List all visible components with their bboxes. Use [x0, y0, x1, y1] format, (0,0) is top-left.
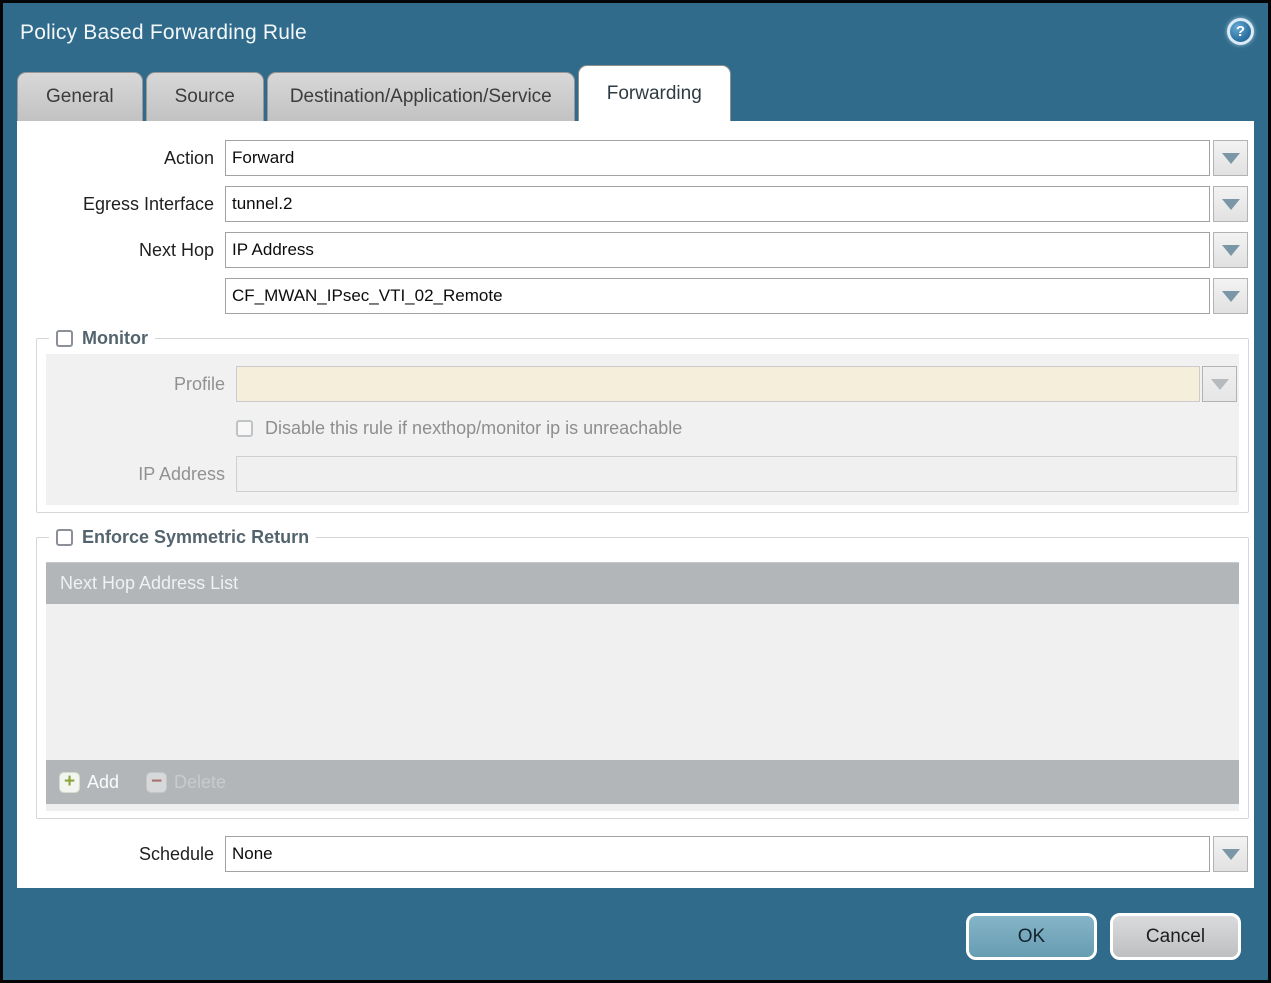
tab-source-label: Source [175, 86, 235, 108]
action-select[interactable]: Forward [225, 140, 1210, 176]
ok-button[interactable]: OK [966, 913, 1097, 960]
table-footer: Add Delete [46, 760, 1239, 804]
monitor-fieldset: Monitor Profile Disable this rule if nex… [36, 328, 1249, 513]
next-hop-label: Next Hop [17, 240, 225, 261]
next-hop-dropdown-button[interactable] [1213, 232, 1248, 268]
tab-destination-label: Destination/Application/Service [290, 86, 552, 108]
tab-source[interactable]: Source [146, 72, 264, 121]
tab-general-label: General [46, 86, 114, 108]
table-header: Next Hop Address List [46, 562, 1239, 604]
symmetric-return-fieldset: Enforce Symmetric Return Next Hop Addres… [36, 527, 1249, 819]
monitor-ip-address-row: IP Address [46, 456, 1237, 492]
add-button[interactable]: Add [59, 772, 119, 793]
delete-button-label: Delete [174, 772, 226, 793]
schedule-select[interactable]: None [225, 836, 1210, 872]
schedule-label: Schedule [17, 844, 225, 865]
schedule-row: Schedule None [17, 836, 1254, 872]
next-hop-address-select[interactable]: CF_MWAN_IPsec_VTI_02_Remote [225, 278, 1210, 314]
symmetric-return-checkbox[interactable] [56, 529, 73, 546]
chevron-down-icon [1222, 199, 1240, 210]
profile-dropdown-button [1202, 366, 1237, 402]
help-glyph: ? [1236, 23, 1245, 40]
help-icon[interactable]: ? [1227, 18, 1254, 45]
egress-interface-label: Egress Interface [17, 194, 225, 215]
tab-general[interactable]: General [17, 72, 143, 121]
table-header-label: Next Hop Address List [60, 573, 238, 594]
chevron-down-icon [1222, 291, 1240, 302]
monitor-checkbox[interactable] [56, 330, 73, 347]
symmetric-return-legend: Enforce Symmetric Return [49, 527, 316, 548]
profile-label: Profile [46, 374, 236, 395]
tab-destination-application-service[interactable]: Destination/Application/Service [267, 72, 575, 121]
add-icon [59, 772, 80, 793]
next-hop-address-list-table: Next Hop Address List Add Delete [46, 562, 1239, 811]
tab-forwarding-label: Forwarding [607, 83, 702, 105]
profile-row: Profile [46, 366, 1237, 402]
monitor-panel: Profile Disable this rule if nexthop/mon… [46, 354, 1239, 505]
delete-icon [146, 772, 167, 793]
egress-interface-dropdown-button[interactable] [1213, 186, 1248, 222]
disable-rule-checkbox [236, 420, 253, 437]
next-hop-address-dropdown-button[interactable] [1213, 278, 1248, 314]
chevron-down-icon [1222, 153, 1240, 164]
disable-rule-label: Disable this rule if nexthop/monitor ip … [265, 418, 682, 439]
table-bottom-spacer [46, 804, 1239, 811]
next-hop-address-row: CF_MWAN_IPsec_VTI_02_Remote [17, 278, 1254, 314]
delete-button: Delete [146, 772, 226, 793]
action-dropdown-button[interactable] [1213, 140, 1248, 176]
egress-interface-select[interactable]: tunnel.2 [225, 186, 1210, 222]
table-body[interactable] [46, 604, 1239, 760]
chevron-down-icon [1222, 849, 1240, 860]
chevron-down-icon [1211, 379, 1229, 390]
action-row: Action Forward [17, 140, 1254, 176]
dialog-footer: OK Cancel [966, 913, 1241, 960]
profile-select [236, 366, 1200, 402]
titlebar: Policy Based Forwarding Rule ? [3, 3, 1268, 65]
chevron-down-icon [1222, 245, 1240, 256]
page-title: Policy Based Forwarding Rule [20, 21, 307, 45]
forwarding-tab-panel: Action Forward Egress Interface tunnel.2… [17, 121, 1254, 888]
monitor-ip-address-label: IP Address [46, 464, 236, 485]
cancel-button[interactable]: Cancel [1110, 913, 1241, 960]
next-hop-type-select[interactable]: IP Address [225, 232, 1210, 268]
add-button-label: Add [87, 772, 119, 793]
policy-forwarding-dialog: Policy Based Forwarding Rule ? General S… [0, 0, 1271, 983]
next-hop-row: Next Hop IP Address [17, 232, 1254, 268]
monitor-legend: Monitor [49, 328, 155, 349]
tab-forwarding[interactable]: Forwarding [578, 65, 731, 121]
schedule-dropdown-button[interactable] [1213, 836, 1248, 872]
tab-bar: General Source Destination/Application/S… [17, 65, 1254, 121]
disable-rule-row: Disable this rule if nexthop/monitor ip … [236, 415, 1237, 441]
monitor-ip-address-input [236, 456, 1237, 492]
monitor-legend-label: Monitor [82, 328, 148, 349]
egress-interface-row: Egress Interface tunnel.2 [17, 186, 1254, 222]
action-label: Action [17, 148, 225, 169]
symmetric-return-legend-label: Enforce Symmetric Return [82, 527, 309, 548]
